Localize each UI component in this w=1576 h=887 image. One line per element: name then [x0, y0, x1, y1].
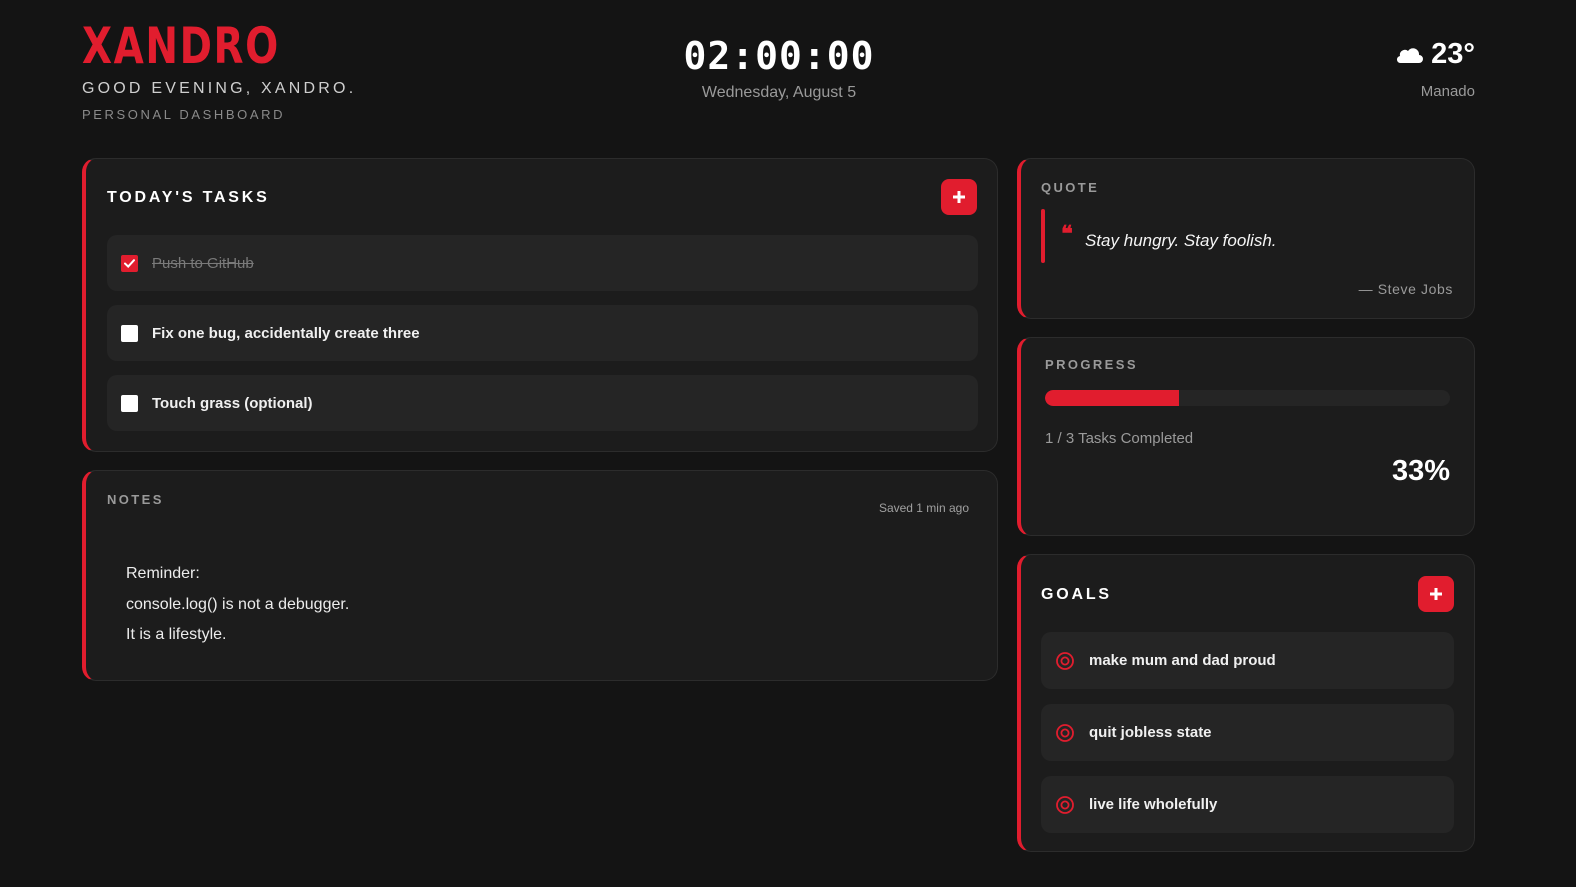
task-list: Push to GitHub Fix one bug, accidentally… — [107, 235, 978, 445]
checkmark-icon — [124, 258, 135, 268]
target-icon — [1056, 795, 1074, 814]
goal-item[interactable]: make mum and dad proud — [1041, 632, 1454, 689]
goal-label: live life wholefully — [1089, 796, 1218, 813]
quote-accent-bar — [1041, 209, 1045, 263]
goal-label: quit jobless state — [1089, 724, 1212, 741]
clock-widget: 02:00:00 Wednesday, August 5 — [0, 34, 1558, 102]
weather-city: Manado — [1420, 83, 1475, 100]
task-label: Push to GitHub — [152, 254, 254, 272]
task-checkbox[interactable] — [121, 324, 138, 342]
target-icon — [1056, 723, 1074, 742]
tasks-card: TODAY'S TASKS Push to GitHub Fix one bug… — [82, 158, 998, 452]
goal-item[interactable]: live life wholefully — [1041, 776, 1454, 833]
progress-bar-fill — [1045, 390, 1179, 406]
progress-title: PROGRESS — [1045, 357, 1138, 372]
notes-card: NOTES Saved 1 min ago Reminder: console.… — [82, 470, 998, 681]
add-goal-button[interactable] — [1418, 576, 1454, 612]
task-item[interactable]: Push to GitHub — [107, 235, 978, 291]
quote-title: QUOTE — [1041, 180, 1100, 195]
tasks-completed-text: 1 / 3 Tasks Completed — [1045, 430, 1194, 447]
note-line: Reminder: — [126, 565, 200, 582]
progress-bar — [1045, 390, 1450, 406]
quote-card: QUOTE ❝ Stay hungry. Stay foolish. — Ste… — [1017, 158, 1475, 319]
date: Wednesday, August 5 — [701, 84, 857, 101]
target-icon — [1056, 651, 1074, 670]
goal-item[interactable]: quit jobless state — [1041, 704, 1454, 761]
page-subtitle: PERSONAL DASHBOARD — [82, 107, 286, 122]
quote-mark-icon: ❝ — [1061, 221, 1073, 247]
notes-textarea[interactable]: Reminder: console.log() is not a debugge… — [126, 559, 349, 651]
quote-text: Stay hungry. Stay foolish. — [1085, 231, 1277, 250]
goals-title: GOALS — [1041, 586, 1112, 603]
quote-author: — Steve Jobs — [1358, 281, 1453, 297]
goals-card: GOALS make mum and dad proud quit jobles… — [1017, 554, 1475, 852]
plus-icon — [1430, 588, 1442, 600]
note-line: It is a lifestyle. — [126, 626, 227, 643]
temperature: 23° — [1431, 38, 1475, 70]
plus-icon — [953, 191, 965, 203]
task-checkbox[interactable] — [121, 254, 138, 272]
task-label: Touch grass (optional) — [152, 394, 313, 412]
progress-percent: 33% — [1391, 455, 1450, 487]
clock: 02:00:00 — [683, 34, 875, 78]
goal-label: make mum and dad proud — [1089, 652, 1276, 669]
progress-card: PROGRESS 1 / 3 Tasks Completed 33% — [1017, 337, 1475, 536]
tasks-title: TODAY'S TASKS — [107, 189, 270, 206]
weather-widget: 23° Manado — [1395, 38, 1475, 100]
saved-status: Saved 1 min ago — [878, 501, 969, 515]
task-item[interactable]: Fix one bug, accidentally create three — [107, 305, 978, 361]
cloud-icon — [1397, 47, 1424, 63]
notes-title: NOTES — [107, 492, 164, 507]
task-checkbox[interactable] — [121, 394, 138, 412]
add-task-button[interactable] — [941, 179, 977, 215]
task-label: Fix one bug, accidentally create three — [152, 324, 420, 342]
note-line: console.log() is not a debugger. — [126, 595, 350, 613]
task-item[interactable]: Touch grass (optional) — [107, 375, 978, 431]
goal-list: make mum and dad proud quit jobless stat… — [1041, 632, 1454, 848]
